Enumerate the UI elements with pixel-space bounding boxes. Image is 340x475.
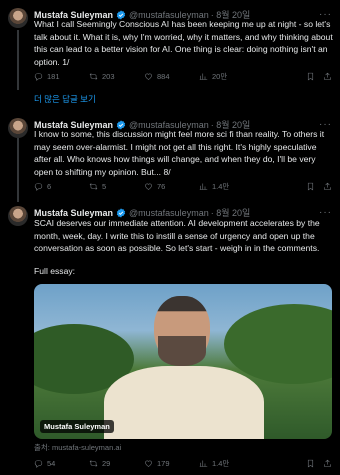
tweet-text: I know to some, this discussion might fe… [34, 129, 325, 177]
verified-badge-icon [116, 207, 126, 218]
repost-button[interactable]: 5 [89, 182, 144, 191]
author-name[interactable]: Mustafa Suleyman [34, 208, 113, 218]
background-tree [224, 304, 332, 384]
views-button[interactable]: 1.4만 [199, 181, 254, 192]
tweet-text-essay: Full essay: [34, 266, 76, 276]
reply-icon [34, 73, 43, 81]
avatar[interactable] [8, 206, 28, 226]
person-shirt [104, 366, 264, 439]
views-button[interactable]: 1.4만 [199, 458, 254, 469]
repost-icon [89, 460, 98, 467]
bookmark-icon[interactable] [306, 72, 315, 81]
views-icon [199, 183, 208, 190]
link-source[interactable]: 출처: mustafa-suleyman.ai [34, 442, 121, 453]
repost-icon [89, 73, 98, 80]
reply-button[interactable]: 181 [34, 72, 89, 81]
avatar[interactable] [8, 8, 28, 28]
bookmark-icon[interactable] [306, 182, 315, 191]
heart-icon [145, 183, 152, 190]
like-button[interactable]: 76 [144, 182, 199, 191]
author-handle[interactable]: @mustafasuleyman [129, 208, 209, 218]
share-icon[interactable] [323, 72, 332, 81]
share-icon[interactable] [323, 182, 332, 191]
tweet-1[interactable]: Mustafa Suleyman @mustafasuleyman · 8월 2… [0, 0, 340, 90]
bookmark-icon[interactable] [306, 459, 315, 468]
avatar[interactable] [8, 118, 28, 138]
heart-icon [145, 73, 152, 80]
tweet-text: What I call Seemingly Conscious AI has b… [34, 19, 333, 67]
show-more-replies-link[interactable]: 더 많은 답글 보기 [34, 93, 96, 105]
link-card-image[interactable]: Mustafa Suleyman [34, 284, 332, 439]
repost-button[interactable]: 203 [89, 72, 144, 81]
reply-icon [34, 460, 43, 468]
reply-button[interactable]: 6 [34, 182, 89, 191]
reply-button[interactable]: 54 [34, 459, 89, 468]
person-beard [158, 336, 206, 366]
media-label: Mustafa Suleyman [40, 420, 114, 433]
repost-button[interactable]: 29 [89, 459, 144, 468]
views-icon [199, 73, 208, 80]
like-button[interactable]: 179 [144, 459, 199, 468]
like-button[interactable]: 884 [144, 72, 199, 81]
views-icon [199, 460, 208, 467]
heart-icon [145, 460, 152, 467]
tweet-2[interactable]: Mustafa Suleyman @mustafasuleyman · 8월 2… [0, 108, 340, 198]
views-button[interactable]: 20만 [199, 71, 254, 82]
tweet-text: SCAI deserves our immediate attention. A… [34, 218, 320, 253]
reply-icon [34, 183, 43, 191]
share-icon[interactable] [323, 459, 332, 468]
repost-icon [89, 183, 98, 190]
